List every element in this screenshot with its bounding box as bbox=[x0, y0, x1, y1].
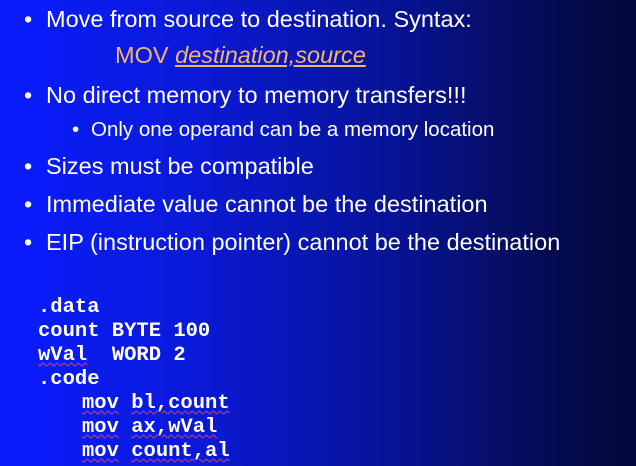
bullet-dot: • bbox=[24, 153, 33, 179]
code-label: wVal bbox=[38, 344, 88, 367]
bullet-dot: • bbox=[24, 6, 33, 32]
bullet-text: Sizes must be compatible bbox=[46, 153, 314, 179]
bullet-dot: • bbox=[72, 118, 80, 141]
code-line: mov ax,wVal bbox=[38, 416, 230, 440]
code-line: mov count,al bbox=[38, 440, 230, 464]
syntax-line: MOV destination,source bbox=[115, 42, 366, 69]
sub-bullet-item: • Only one operand can be a memory locat… bbox=[72, 118, 494, 141]
code-line: count BYTE 100 bbox=[38, 320, 211, 343]
syntax-keyword: MOV bbox=[115, 42, 169, 68]
code-line: wVal WORD 2 bbox=[38, 344, 230, 368]
code-line: .code bbox=[38, 368, 100, 391]
code-args: ax,wVal bbox=[131, 416, 218, 439]
bullet-item: • No direct memory to memory transfers!!… bbox=[24, 82, 467, 108]
bullet-dot: • bbox=[24, 191, 33, 217]
bullet-dot: • bbox=[24, 82, 33, 108]
code-line: .data bbox=[38, 296, 100, 319]
syntax-operands: destination,source bbox=[175, 42, 366, 68]
bullet-text: No direct memory to memory transfers!!! bbox=[46, 82, 467, 108]
code-args: count,al bbox=[131, 440, 230, 463]
bullet-item: • Sizes must be compatible bbox=[24, 153, 314, 179]
bullet-text: EIP (instruction pointer) cannot be the … bbox=[46, 229, 561, 255]
code-line: mov bl,count bbox=[38, 392, 230, 416]
bullet-item: • Immediate value cannot be the destinat… bbox=[24, 191, 488, 217]
code-text: WORD 2 bbox=[87, 344, 186, 367]
bullet-text: Immediate value cannot be the destinatio… bbox=[46, 191, 488, 217]
bullet-dot: • bbox=[24, 229, 33, 255]
sub-bullet-text: Only one operand can be a memory locatio… bbox=[91, 118, 495, 141]
code-op: mov bbox=[82, 416, 119, 439]
code-op: mov bbox=[82, 392, 119, 415]
bullet-text: Move from source to destination. Syntax: bbox=[46, 6, 472, 32]
bullet-item: • Move from source to destination. Synta… bbox=[24, 6, 472, 32]
code-args: bl,count bbox=[131, 392, 230, 415]
bullet-item: • EIP (instruction pointer) cannot be th… bbox=[24, 229, 560, 255]
code-op: mov bbox=[82, 440, 119, 463]
code-block: .data count BYTE 100 wVal WORD 2 .code mov b… bbox=[38, 296, 230, 464]
slide: • Move from source to destination. Synta… bbox=[0, 0, 636, 466]
